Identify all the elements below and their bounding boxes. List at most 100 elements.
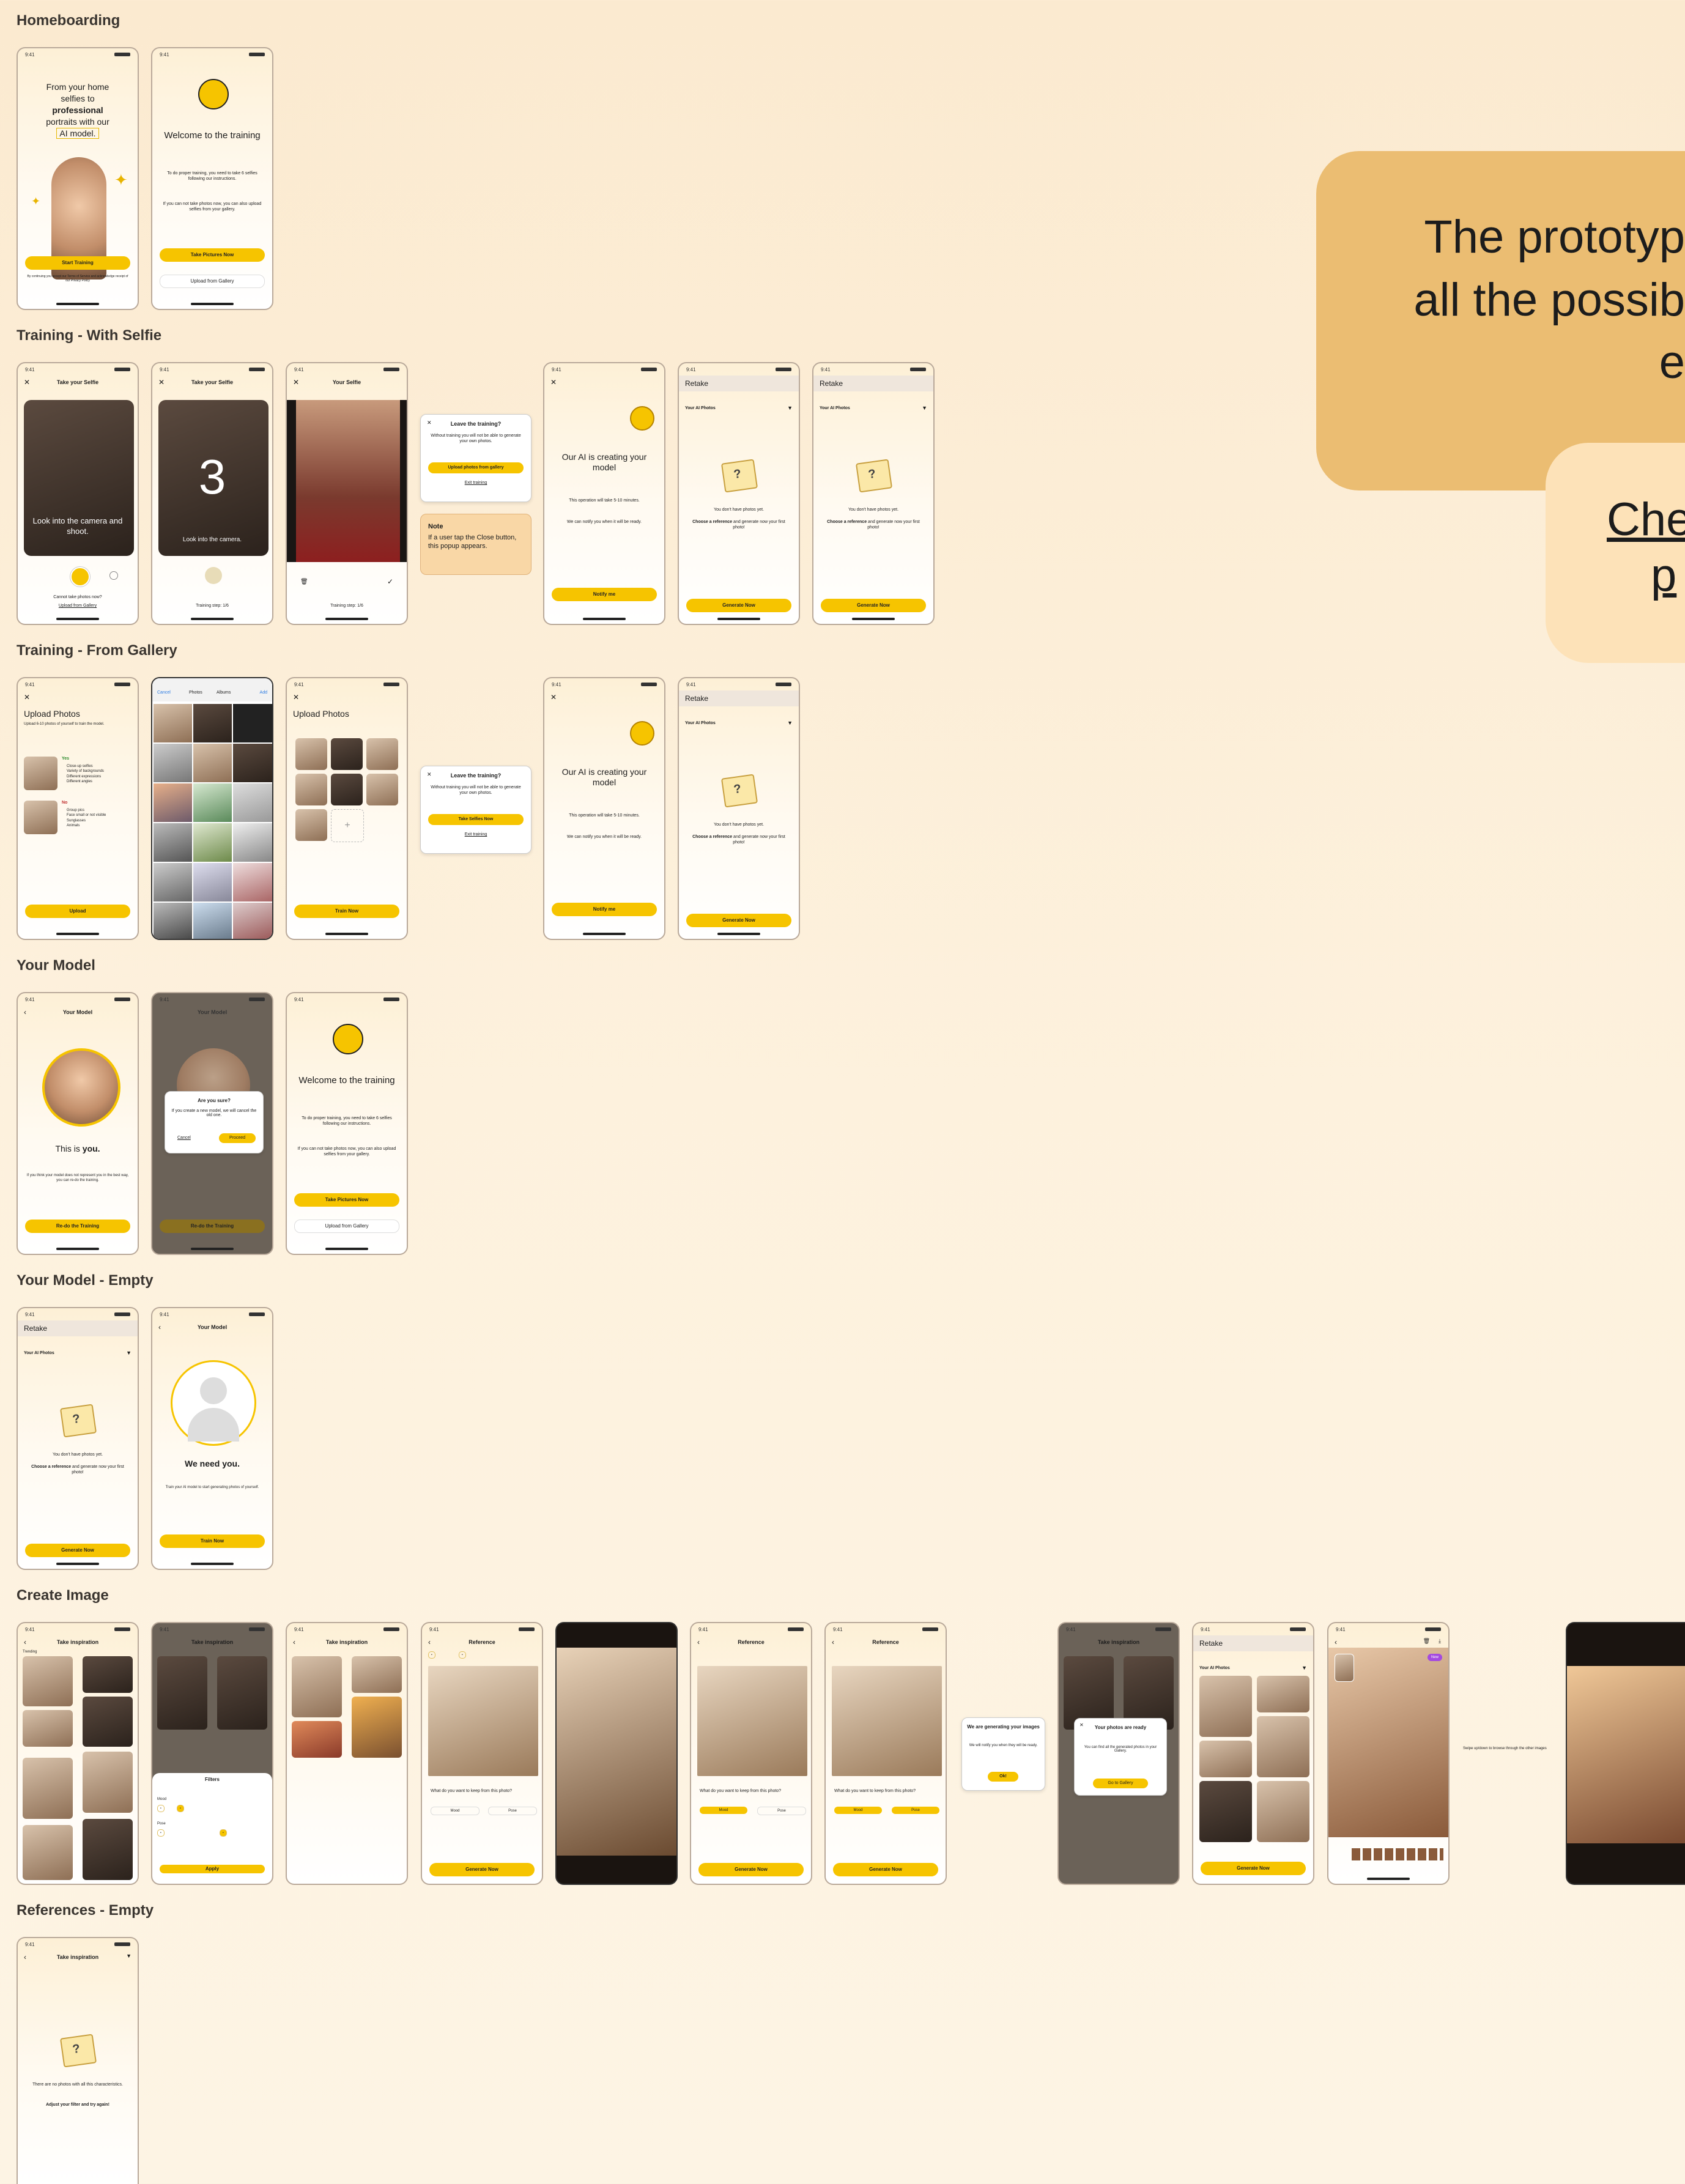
close-icon[interactable]: ✕ <box>1080 1722 1084 1728</box>
reference-thumb[interactable] <box>1335 1654 1354 1682</box>
flip-camera-icon[interactable] <box>109 571 118 580</box>
generate-now-button[interactable]: Generate Now <box>686 599 791 612</box>
selected-photo[interactable] <box>366 774 398 805</box>
ai-photo[interactable] <box>1199 1741 1252 1777</box>
notify-me-button[interactable]: Notify me <box>552 588 657 601</box>
gallery-thumb[interactable] <box>233 903 272 939</box>
reference-photo[interactable] <box>352 1656 402 1693</box>
back-icon[interactable]: ‹ <box>1335 1638 1337 1646</box>
generate-now-button[interactable]: Generate Now <box>429 1863 535 1876</box>
go-gallery-button[interactable]: Go to Gallery <box>1093 1779 1148 1788</box>
generate-now-button[interactable]: Generate Now <box>698 1863 804 1876</box>
selected-photo[interactable] <box>295 738 327 770</box>
gallery-thumb[interactable] <box>154 704 192 742</box>
close-icon[interactable]: ✕ <box>24 693 30 701</box>
cancel-button[interactable]: Cancel <box>177 1136 191 1140</box>
shutter-button[interactable] <box>70 567 90 587</box>
picker-tab-albums[interactable]: Albums <box>217 690 231 695</box>
notify-me-button[interactable]: Notify me <box>552 903 657 916</box>
gallery-thumb[interactable] <box>154 863 192 901</box>
reference-photo[interactable] <box>83 1752 133 1813</box>
reference-photo[interactable] <box>83 1819 133 1880</box>
gallery-thumb[interactable] <box>193 704 232 742</box>
gallery-thumb[interactable] <box>193 903 232 939</box>
reference-photo[interactable] <box>352 1697 402 1758</box>
ai-photo[interactable] <box>1199 1781 1252 1842</box>
generate-now-button[interactable]: Generate Now <box>1201 1862 1306 1875</box>
pose-option[interactable]: Pose <box>488 1807 537 1815</box>
generate-now-button[interactable]: Generate Now <box>25 1544 130 1557</box>
selected-photo[interactable] <box>331 774 363 805</box>
picker-cancel[interactable]: Cancel <box>157 690 171 695</box>
shutter-button[interactable] <box>205 567 222 584</box>
generate-now-button[interactable]: Generate Now <box>686 914 791 927</box>
train-now-button[interactable]: Train Now <box>294 905 399 918</box>
exit-training-link[interactable]: Exit training <box>421 832 531 837</box>
fullscreen-image[interactable] <box>1567 1666 1685 1843</box>
gallery-thumb[interactable] <box>193 744 232 782</box>
filter-icon[interactable]: ▼ <box>922 405 927 411</box>
close-icon[interactable]: ✕ <box>550 693 557 701</box>
filter-icon[interactable]: ▼ <box>126 1350 131 1356</box>
exit-training-link[interactable]: Exit training <box>421 481 531 485</box>
generate-now-button[interactable]: Generate Now <box>821 599 926 612</box>
gallery-thumb[interactable] <box>233 863 272 901</box>
filter-chip[interactable]: • <box>220 1829 227 1837</box>
picker-add[interactable]: Add <box>260 690 267 695</box>
gallery-thumb[interactable] <box>233 744 272 782</box>
reference-photo[interactable] <box>23 1825 73 1880</box>
gallery-thumb[interactable] <box>154 823 192 862</box>
prototype-link-callout[interactable]: Che p <box>1546 443 1685 663</box>
selected-photo[interactable] <box>331 738 363 770</box>
apply-button[interactable]: Apply <box>160 1865 265 1873</box>
filter-chip[interactable]: • <box>157 1805 165 1812</box>
selected-photo[interactable] <box>295 809 327 841</box>
start-training-button[interactable]: Start Training <box>25 256 130 270</box>
reference-photo[interactable] <box>83 1656 133 1693</box>
fullscreen-image[interactable] <box>557 1648 676 1856</box>
redo-training-button[interactable]: Re-do the Training <box>25 1220 130 1233</box>
filter-icon[interactable]: ▼ <box>1302 1665 1307 1671</box>
mood-option[interactable]: Mood <box>700 1807 747 1814</box>
upload-gallery-button[interactable]: Upload from Gallery <box>294 1220 399 1233</box>
take-selfies-button[interactable]: Take Selfies Now <box>428 814 524 825</box>
gallery-thumb[interactable] <box>233 823 272 862</box>
reference-photo[interactable] <box>23 1710 73 1747</box>
selected-photo[interactable] <box>366 738 398 770</box>
filter-icon[interactable]: ▼ <box>787 720 793 726</box>
download-icon[interactable]: ⤓ <box>1439 1638 1441 1645</box>
gallery-thumb[interactable] <box>193 783 232 822</box>
mood-option[interactable]: Mood <box>431 1807 480 1815</box>
delete-icon[interactable]: 🗑 <box>300 579 308 585</box>
reference-photo[interactable] <box>292 1721 342 1758</box>
gallery-thumb[interactable] <box>154 783 192 822</box>
reference-photo[interactable] <box>292 1656 342 1717</box>
add-photo-button[interactable]: + <box>331 809 364 842</box>
gallery-thumb[interactable] <box>193 823 232 862</box>
ai-photo[interactable] <box>1257 1676 1309 1712</box>
gallery-thumb[interactable] <box>154 903 192 939</box>
upload-photos-button[interactable]: Upload photos from gallery <box>428 462 524 473</box>
gallery-thumb[interactable] <box>193 863 232 901</box>
thumbnail-strip[interactable] <box>1352 1848 1443 1860</box>
selected-photo[interactable] <box>295 774 327 805</box>
terms-text[interactable]: By continuing you accept our Terms of Se… <box>26 275 129 283</box>
ai-photo[interactable] <box>1257 1716 1309 1777</box>
close-icon[interactable]: ✕ <box>550 378 557 387</box>
upload-button[interactable]: Upload <box>25 905 130 918</box>
delete-icon[interactable]: 🗑 <box>1423 1638 1430 1645</box>
filter-icon[interactable]: ▼ <box>126 1953 131 1959</box>
callout-link-line2[interactable]: p <box>1607 547 1685 603</box>
ai-photo[interactable] <box>1199 1676 1252 1737</box>
ok-button[interactable]: Ok! <box>988 1772 1018 1782</box>
filter-icon[interactable]: ▼ <box>787 405 793 411</box>
filter-chip[interactable]: • <box>177 1805 184 1812</box>
proceed-button[interactable]: Proceed <box>219 1133 256 1143</box>
ai-photo[interactable] <box>1257 1781 1309 1842</box>
upload-gallery-button[interactable]: Upload from Gallery <box>160 275 265 288</box>
gallery-thumb[interactable] <box>154 744 192 782</box>
redo-training-button[interactable]: Re-do the Training <box>160 1220 265 1233</box>
gallery-thumb[interactable] <box>233 704 272 742</box>
upload-gallery-link[interactable]: Upload from Gallery <box>26 603 129 609</box>
reference-photo[interactable] <box>23 1758 73 1819</box>
